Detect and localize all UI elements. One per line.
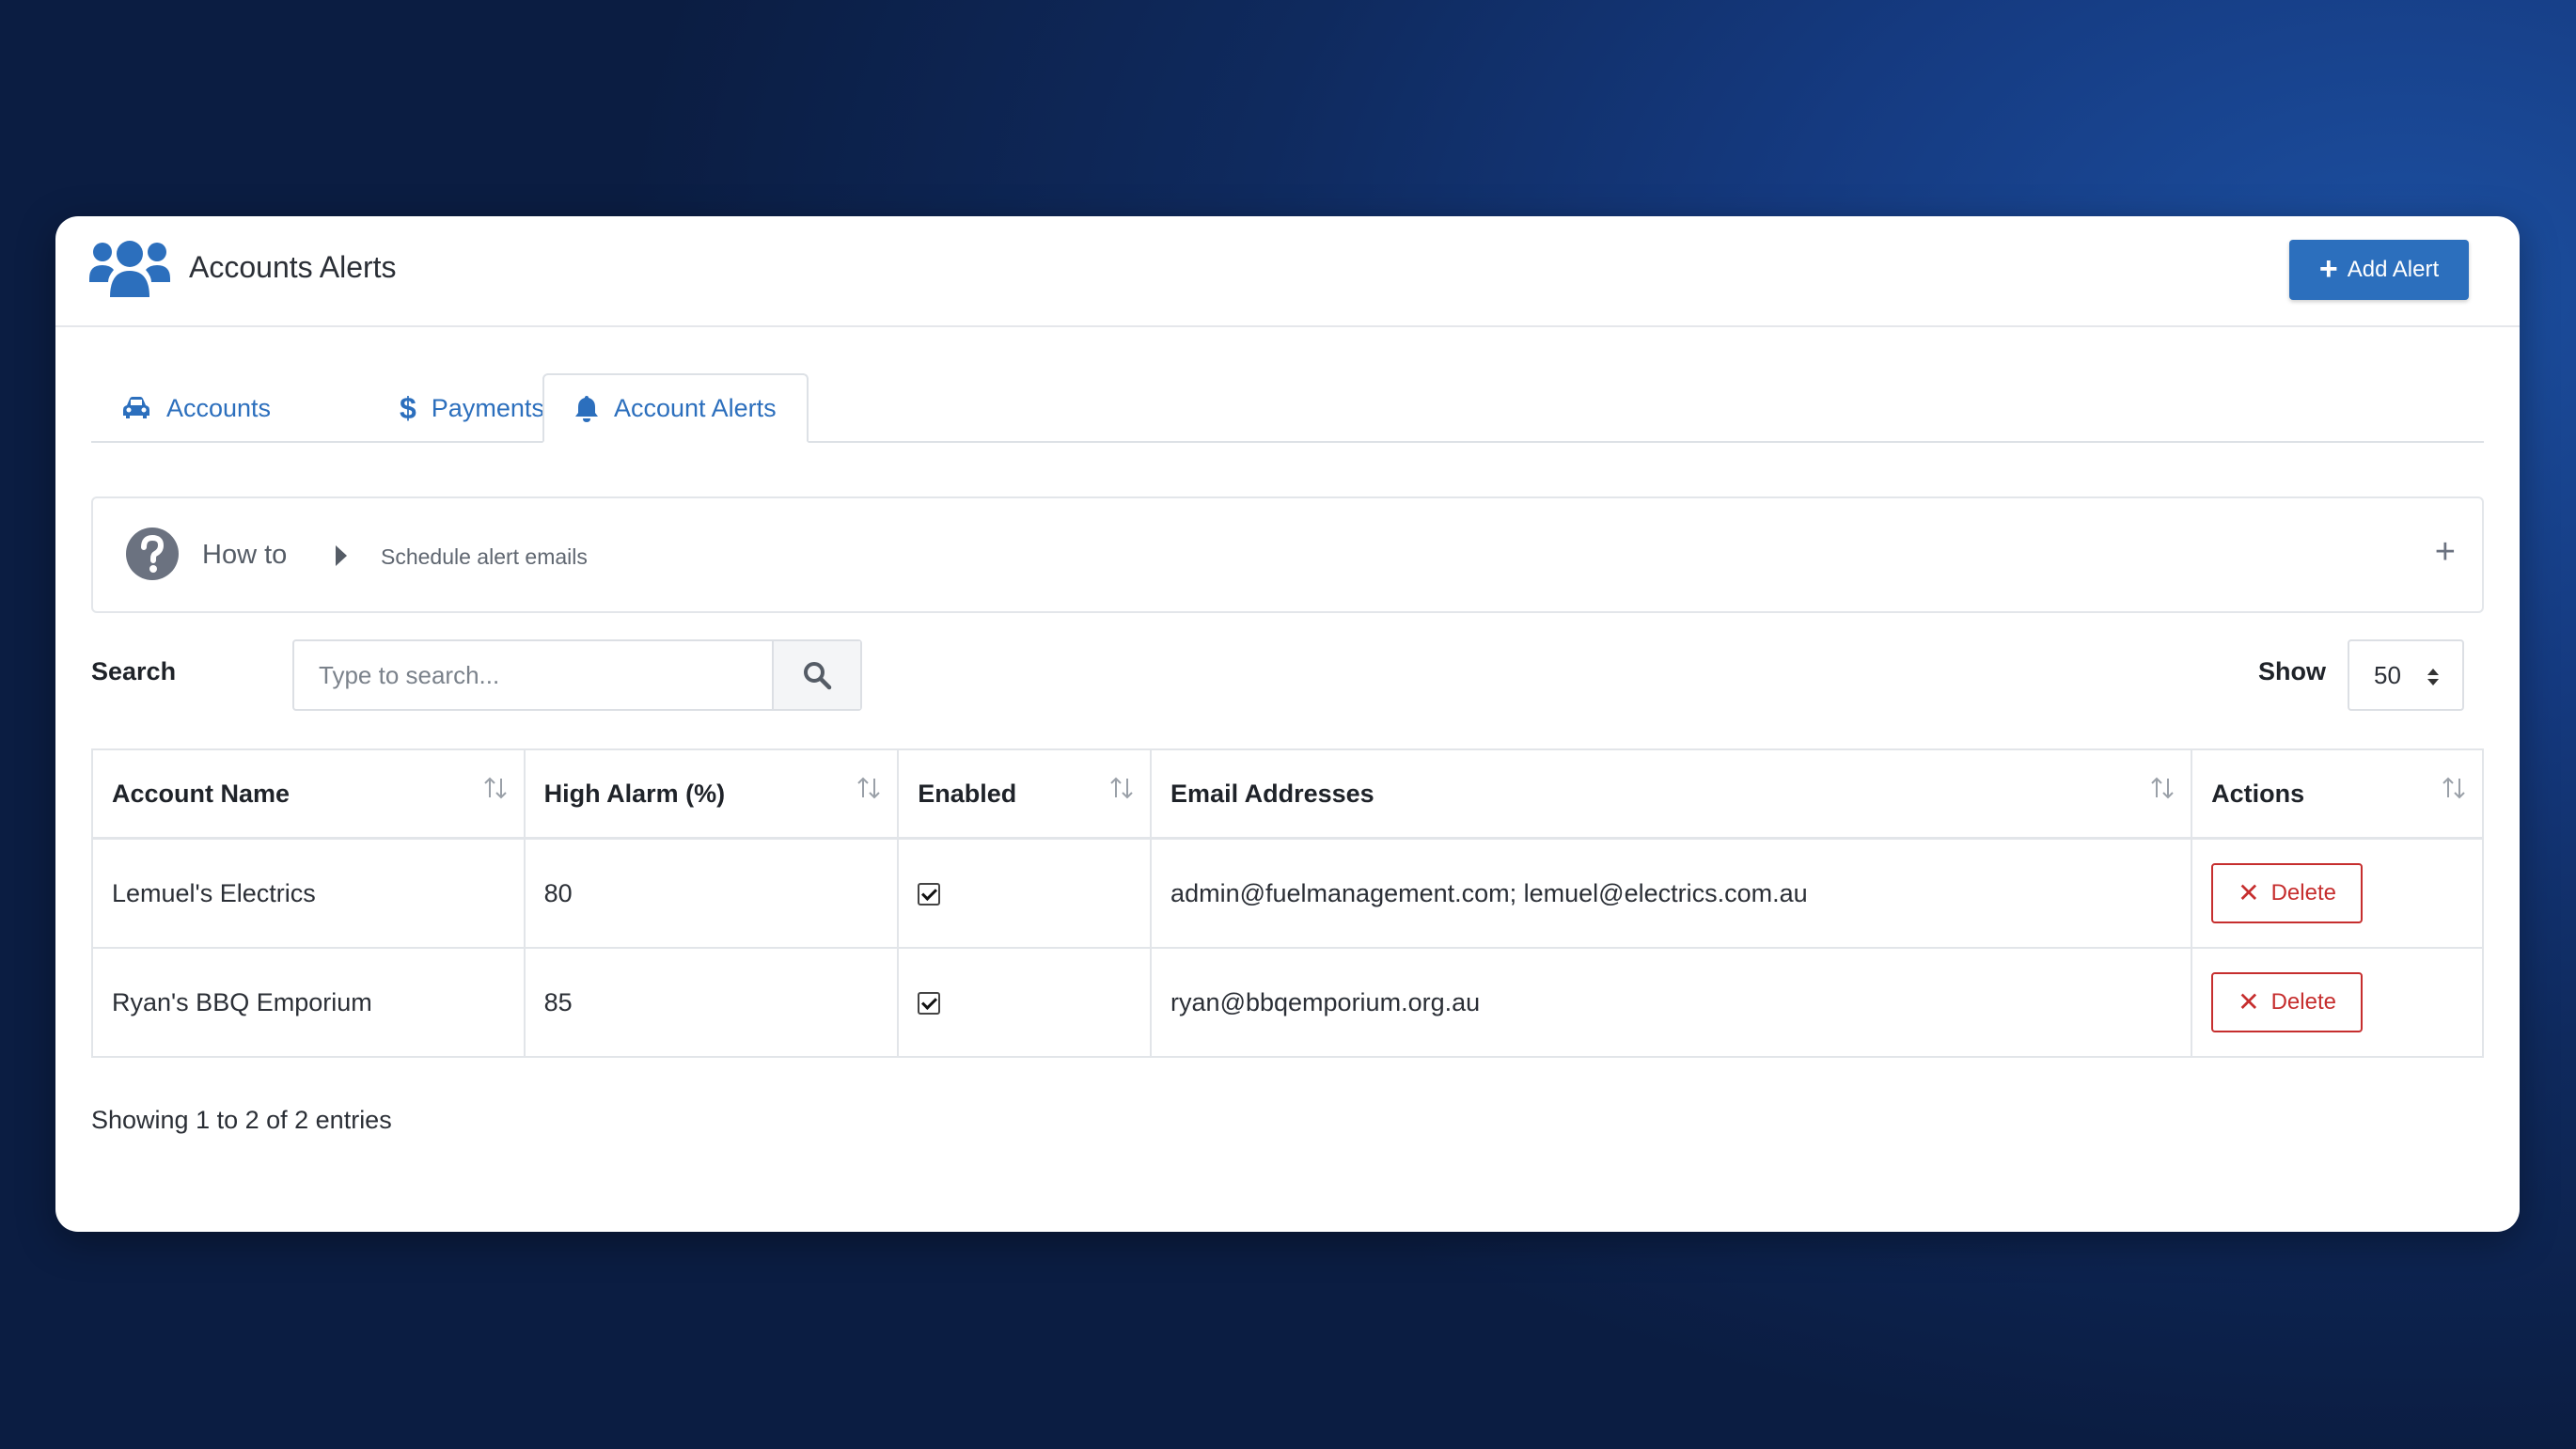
column-header-actions[interactable]: Actions xyxy=(2191,748,2484,840)
search-box xyxy=(292,639,862,711)
page-size-select[interactable]: 50 xyxy=(2348,639,2464,711)
column-header-enabled[interactable]: Enabled xyxy=(897,748,1153,840)
car-icon xyxy=(123,397,149,418)
column-header-account-name[interactable]: Account Name xyxy=(91,748,526,840)
howto-panel[interactable]: How to Schedule alert emails + xyxy=(91,496,2484,613)
column-header-high-alarm[interactable]: High Alarm (%) xyxy=(523,748,900,840)
add-alert-label: Add Alert xyxy=(2347,257,2440,282)
tab-bar: Accounts $ Payments Account Alerts xyxy=(91,373,2484,443)
column-label: High Alarm (%) xyxy=(543,779,726,808)
card-header: Accounts Alerts + Add Alert xyxy=(55,216,2520,327)
caret-right-icon xyxy=(336,545,347,566)
alerts-table: Account Name High Alarm (%) Enabled Emai… xyxy=(91,748,2484,1058)
cell-high-alarm: 80 xyxy=(523,837,900,949)
cell-email-addresses: ryan@bbqemporium.org.au xyxy=(1150,947,2193,1058)
bell-icon xyxy=(575,396,598,422)
add-alert-button[interactable]: + Add Alert xyxy=(2289,240,2469,300)
expand-icon[interactable]: + xyxy=(2435,534,2456,570)
search-label: Search xyxy=(91,657,177,685)
sort-icon xyxy=(857,777,880,799)
search-input[interactable] xyxy=(294,641,772,709)
delete-button[interactable]: ✕ Delete xyxy=(2211,972,2363,1032)
search-button[interactable] xyxy=(772,641,860,709)
tab-payments-label: Payments xyxy=(431,393,544,422)
sort-icon xyxy=(2151,777,2174,799)
column-label: Enabled xyxy=(918,779,1017,808)
search-icon xyxy=(804,662,832,690)
cell-account-name: Lemuel's Electrics xyxy=(91,837,526,949)
alerts-card: Accounts Alerts + Add Alert Accounts $ P… xyxy=(55,216,2520,1232)
sort-icon xyxy=(483,777,507,799)
cell-enabled xyxy=(897,837,1153,949)
page-size-value: 50 xyxy=(2374,660,2401,689)
close-icon: ✕ xyxy=(2238,878,2260,907)
page-title: Accounts Alerts xyxy=(189,250,397,284)
plus-icon: + xyxy=(2318,250,2338,287)
delete-button[interactable]: ✕ Delete xyxy=(2211,863,2363,923)
sort-icon xyxy=(1110,777,1133,799)
tab-payments[interactable]: $ Payments xyxy=(400,373,544,443)
column-label: Actions xyxy=(2211,779,2305,808)
sort-arrows-icon xyxy=(2427,669,2439,685)
howto-label: How to xyxy=(202,540,288,570)
question-circle-icon xyxy=(126,528,179,580)
table-row: Lemuel's Electrics 80 admin@fuelmanageme… xyxy=(91,837,2484,949)
dollar-icon: $ xyxy=(400,390,416,425)
tab-accounts[interactable]: Accounts xyxy=(121,373,271,443)
close-icon: ✕ xyxy=(2238,987,2260,1016)
cell-actions: ✕ Delete xyxy=(2191,947,2484,1058)
delete-label: Delete xyxy=(2270,989,2336,1015)
users-icon xyxy=(89,241,170,297)
column-label: Account Name xyxy=(112,779,291,808)
tab-account-alerts[interactable]: Account Alerts xyxy=(542,373,809,443)
show-label: Show xyxy=(2258,657,2326,685)
delete-label: Delete xyxy=(2270,880,2336,906)
table-header-row: Account Name High Alarm (%) Enabled Emai… xyxy=(91,748,2484,840)
enabled-checkbox[interactable] xyxy=(918,883,941,906)
cell-enabled xyxy=(897,947,1153,1058)
cell-account-name: Ryan's BBQ Emporium xyxy=(91,947,526,1058)
table-row: Ryan's BBQ Emporium 85 ryan@bbqemporium.… xyxy=(91,947,2484,1058)
sort-icon xyxy=(2442,777,2465,799)
column-header-email-addresses[interactable]: Email Addresses xyxy=(1150,748,2193,840)
tab-accounts-label: Accounts xyxy=(166,393,272,422)
cell-high-alarm: 85 xyxy=(523,947,900,1058)
enabled-checkbox[interactable] xyxy=(918,992,941,1016)
cell-actions: ✕ Delete xyxy=(2191,837,2484,949)
howto-description: Schedule alert emails xyxy=(381,544,588,569)
tab-account-alerts-label: Account Alerts xyxy=(614,393,777,422)
cell-email-addresses: admin@fuelmanagement.com; lemuel@electri… xyxy=(1150,837,2193,949)
table-info: Showing 1 to 2 of 2 entries xyxy=(91,1106,392,1134)
column-label: Email Addresses xyxy=(1170,779,1374,808)
